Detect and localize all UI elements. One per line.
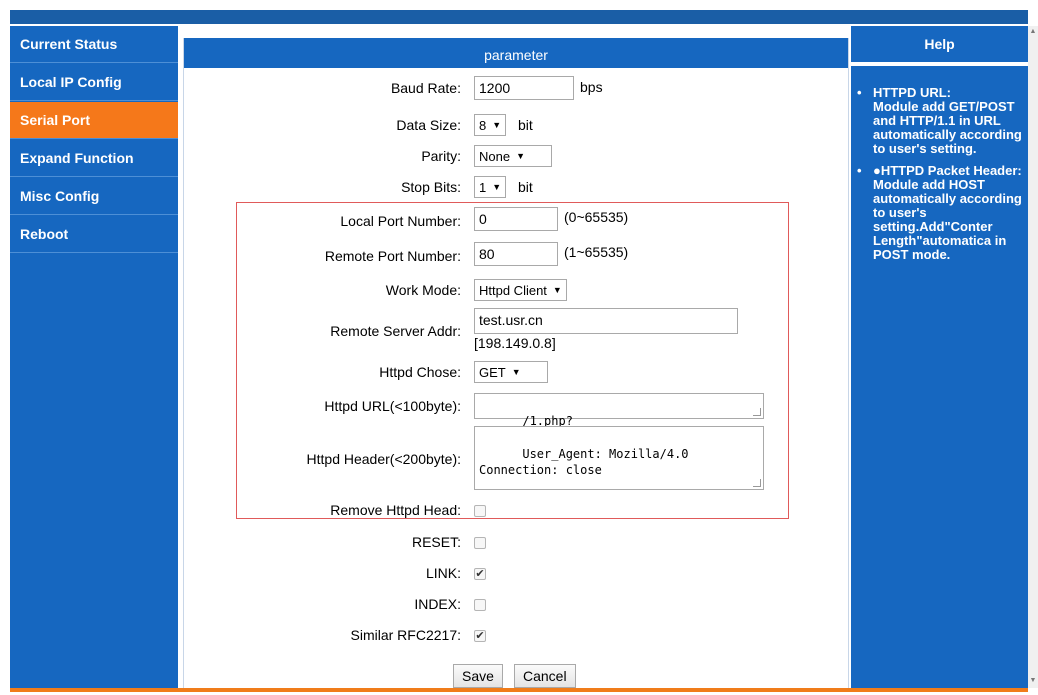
help-body: Module add HOST automatically according …	[873, 177, 1022, 262]
link-label: LINK:	[425, 565, 461, 581]
index-label: INDEX:	[414, 596, 461, 612]
stop-bits-label: Stop Bits:	[401, 179, 461, 195]
sidebar-nav: Current Status Local IP Config Serial Po…	[10, 26, 178, 688]
link-checkbox[interactable]: ✔	[474, 568, 486, 580]
sidebar-item-expand-function[interactable]: Expand Function	[10, 140, 178, 177]
save-button[interactable]: Save	[453, 664, 503, 688]
help-heading: HTTPD URL:	[873, 85, 951, 100]
data-size-label: Data Size:	[396, 117, 461, 133]
index-checkbox[interactable]	[474, 599, 486, 611]
baud-rate-input[interactable]: 1200	[474, 76, 574, 100]
stop-bits-value: 1	[479, 179, 487, 195]
baud-rate-unit: bps	[580, 79, 603, 95]
panel-title: parameter	[184, 38, 848, 68]
bullet-icon: •	[857, 163, 862, 178]
sidebar-item-serial-port[interactable]: Serial Port	[10, 102, 178, 139]
top-margin	[0, 0, 1038, 10]
data-size-row: Data Size: 8 ▼ bit	[184, 113, 848, 141]
bottom-divider	[10, 688, 1028, 692]
parity-value: None	[479, 148, 511, 164]
help-item-httpd-packet-header: • ●HTTPD Packet Header: Module add HOST …	[857, 164, 1028, 262]
bullet-icon: •	[857, 85, 862, 100]
link-row: LINK: ✔	[184, 563, 848, 591]
help-body: Module add GET/POST and HTTP/1.1 in URL …	[873, 99, 1022, 156]
similar-rfc2217-row: Similar RFC2217: ✔	[184, 625, 848, 653]
help-title: Help	[851, 26, 1028, 66]
parity-label: Parity:	[421, 148, 461, 164]
sidebar-item-misc-config[interactable]: Misc Config	[10, 178, 178, 215]
check-icon: ✔	[475, 630, 485, 642]
sidebar-item-local-ip-config[interactable]: Local IP Config	[10, 64, 178, 101]
parity-select[interactable]: None ▼	[474, 145, 552, 167]
help-heading: ●HTTPD Packet Header:	[873, 163, 1022, 178]
stop-bits-unit: bit	[518, 179, 533, 195]
top-banner	[10, 10, 1028, 24]
baud-rate-label: Baud Rate:	[390, 80, 461, 96]
cancel-button[interactable]: Cancel	[514, 664, 576, 688]
page-scrollbar[interactable]: ▲ ▼	[1028, 26, 1038, 688]
similar-rfc2217-label: Similar RFC2217:	[350, 627, 461, 643]
stop-bits-row: Stop Bits: 1 ▼ bit	[184, 175, 848, 203]
sidebar-item-current-status[interactable]: Current Status	[10, 26, 178, 63]
baud-rate-row: Baud Rate: 1200 bps	[184, 76, 848, 104]
parity-row: Parity: None ▼	[184, 144, 848, 172]
help-list: • HTTPD URL: Module add GET/POST and HTT…	[857, 86, 1028, 270]
sidebar-item-reboot[interactable]: Reboot	[10, 216, 178, 253]
similar-rfc2217-checkbox[interactable]: ✔	[474, 630, 486, 642]
check-icon: ✔	[475, 568, 485, 580]
highlight-box	[236, 202, 789, 519]
chevron-down-icon: ▼	[492, 120, 502, 130]
reset-row: RESET:	[184, 532, 848, 560]
reset-checkbox[interactable]	[474, 537, 486, 549]
chevron-down-icon: ▼	[516, 151, 525, 161]
scroll-up-icon[interactable]: ▲	[1028, 28, 1038, 35]
reset-label: RESET:	[411, 534, 461, 550]
data-size-value: 8	[479, 117, 487, 133]
chevron-down-icon: ▼	[492, 182, 502, 192]
index-row: INDEX:	[184, 594, 848, 622]
scroll-down-icon[interactable]: ▼	[1028, 677, 1038, 684]
data-size-select[interactable]: 8 ▼	[474, 114, 507, 136]
help-item-httpd-url: • HTTPD URL: Module add GET/POST and HTT…	[857, 86, 1028, 156]
help-panel: Help • HTTPD URL: Module add GET/POST an…	[851, 26, 1028, 688]
data-size-unit: bit	[518, 117, 533, 133]
stop-bits-select[interactable]: 1 ▼	[474, 176, 507, 198]
